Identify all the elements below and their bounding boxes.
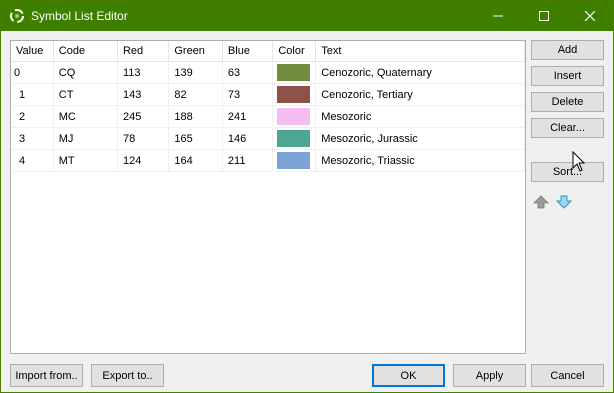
close-button[interactable] [567,1,613,31]
cell-code: CQ [53,61,118,84]
cell-value: 3 [11,127,54,150]
column-header-code[interactable]: Code [53,41,118,62]
table-header: Value Code Red Green Blue Color Text [11,41,525,62]
cell-color [272,105,317,128]
cell-value: 4 [11,149,54,172]
close-icon [585,11,595,21]
cell-color [272,149,317,172]
cell-code: MC [53,105,118,128]
cell-value: 2 [11,105,54,128]
cell-value: 0 [11,61,54,84]
cell-code: CT [53,83,118,106]
cell-green: 164 [168,149,223,172]
column-header-color[interactable]: Color [272,41,317,62]
cell-color [272,61,317,84]
cell-value: 1 [11,83,54,106]
cell-text: Cenozoric, Tertiary [315,83,525,106]
ok-button[interactable]: OK [372,364,445,387]
column-header-value[interactable]: Value [11,41,54,62]
column-header-green[interactable]: Green [168,41,223,62]
move-up-button[interactable] [531,193,551,211]
cell-text: Mesozoric, Triassic [315,149,525,172]
import-button[interactable]: Import from.. [10,364,83,387]
symbol-table: Value Code Red Green Blue Color Text 0 C… [11,41,525,172]
export-button[interactable]: Export to.. [91,364,164,387]
arrow-up-icon [533,195,549,209]
cell-blue: 63 [222,61,274,84]
cell-red: 245 [117,105,170,128]
column-header-red[interactable]: Red [117,41,170,62]
cell-red: 143 [117,83,170,106]
table-row[interactable]: 3 MJ 78 165 146 Mesozoric, Jurassic [11,127,525,150]
clear-button[interactable]: Clear... [531,118,604,138]
table-row[interactable]: 2 MC 245 188 241 Mesozoric [11,105,525,128]
cell-text: Mesozoric, Jurassic [315,127,525,150]
cell-blue: 73 [222,83,274,106]
mouse-cursor-icon [572,151,586,172]
cell-text: Mesozoric [315,105,525,128]
cell-text: Cenozoric, Quaternary [315,61,525,84]
add-button[interactable]: Add [531,40,604,60]
color-swatch [277,64,311,81]
color-swatch [277,152,311,169]
cell-green: 188 [168,105,223,128]
color-swatch [277,86,311,103]
sort-button[interactable]: Sort... [531,162,604,182]
cell-code: MJ [53,127,118,150]
cell-green: 165 [168,127,223,150]
maximize-button[interactable] [521,1,567,31]
column-header-blue[interactable]: Blue [222,41,274,62]
cell-red: 78 [117,127,170,150]
move-down-button[interactable] [554,193,574,211]
cell-red: 113 [117,61,170,84]
cell-blue: 241 [222,105,274,128]
title-bar[interactable]: Symbol List Editor [1,1,613,31]
table-row[interactable]: 4 MT 124 164 211 Mesozoric, Triassic [11,149,525,172]
table-row[interactable]: 0 CQ 113 139 63 Cenozoric, Quaternary [11,61,525,84]
cell-code: MT [53,149,118,172]
minimize-icon [493,15,503,17]
arrow-down-icon [556,195,572,209]
cancel-button[interactable]: Cancel [531,364,604,387]
maximize-icon [539,11,549,21]
column-header-text[interactable]: Text [315,41,525,62]
cell-red: 124 [117,149,170,172]
cell-blue: 211 [222,149,274,172]
cell-green: 139 [168,61,223,84]
apply-button[interactable]: Apply [453,364,526,387]
cell-blue: 146 [222,127,274,150]
symbol-list[interactable]: Value Code Red Green Blue Color Text 0 C… [10,40,526,354]
table-row[interactable]: 1 CT 143 82 73 Cenozoric, Tertiary [11,83,525,106]
cell-color [272,83,317,106]
symbol-list-editor-window: Symbol List Editor Value Code Red Green … [0,0,614,393]
app-icon [10,9,24,23]
cell-green: 82 [168,83,223,106]
minimize-button[interactable] [475,1,521,31]
cell-color [272,127,317,150]
color-swatch [277,108,311,125]
delete-button[interactable]: Delete [531,92,604,112]
window-title: Symbol List Editor [31,9,128,23]
color-swatch [277,130,311,147]
insert-button[interactable]: Insert [531,66,604,86]
